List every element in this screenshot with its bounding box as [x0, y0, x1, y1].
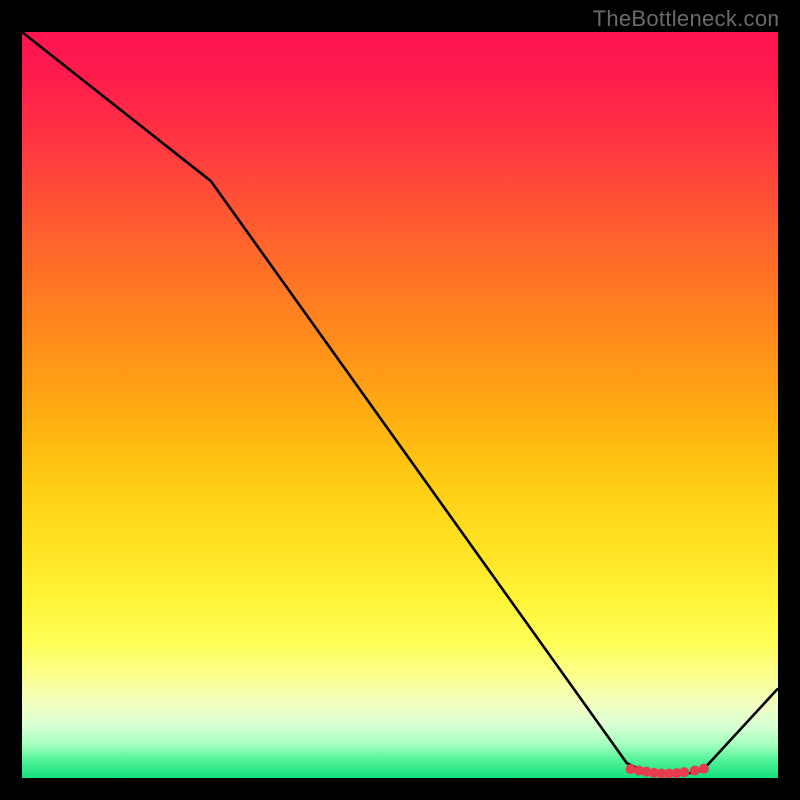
frame-bottom: [0, 778, 800, 800]
marker-cluster: [626, 764, 709, 778]
attribution-label: TheBottleneck.com: [593, 6, 786, 32]
frame-right: [778, 0, 800, 800]
marker-dot: [626, 764, 636, 774]
curve-line: [22, 32, 778, 774]
marker-dot: [679, 767, 689, 777]
chart-overlay: [22, 32, 778, 778]
marker-dot: [699, 764, 709, 774]
marker-dot: [690, 766, 700, 776]
frame-left: [0, 0, 22, 800]
curve-path: [22, 32, 778, 774]
